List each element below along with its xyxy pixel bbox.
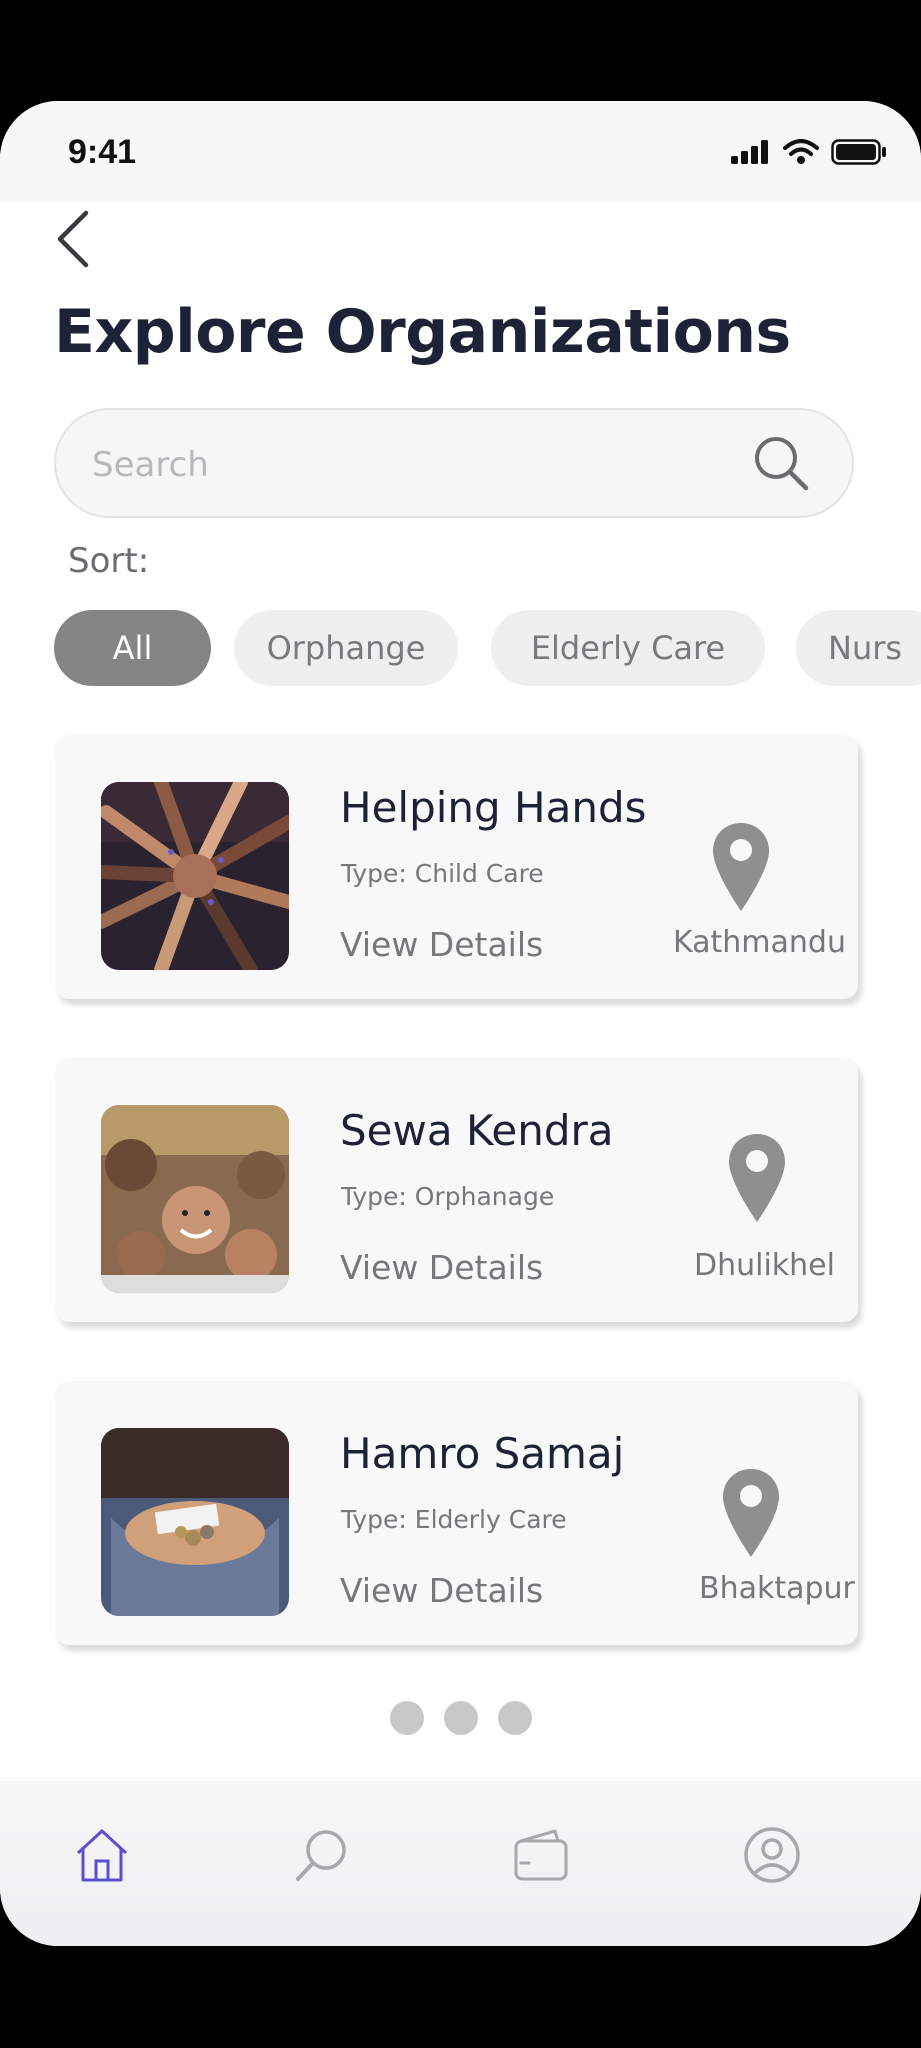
location-pin-icon [713,823,769,911]
view-details-link[interactable]: View Details [340,1248,543,1287]
chip-nursing[interactable]: Nurs [796,610,921,686]
organization-card[interactable]: Sewa Kendra Type: Orphanage View Details… [55,1058,858,1322]
organization-name: Hamro Samaj [340,1429,625,1478]
organization-image [101,782,289,970]
organization-type: Type: Elderly Care [341,1505,567,1534]
status-icons [731,139,887,165]
organization-name: Helping Hands [340,783,647,832]
tab-bar [0,1781,921,1946]
back-arrow-icon[interactable] [54,209,94,269]
sort-chips: All Orphange Elderly Care Nurs [54,610,921,690]
organization-type: Type: Child Care [341,859,544,888]
organization-name: Sewa Kendra [340,1106,614,1155]
search-icon[interactable] [292,1825,352,1885]
page-dot[interactable] [444,1701,478,1735]
sort-label: Sort: [68,541,150,581]
organization-image [101,1428,289,1616]
signal-icon [731,140,768,164]
organization-location: Dhulikhel [694,1248,835,1283]
chip-all[interactable]: All [54,610,211,686]
search-icon[interactable] [752,434,810,492]
organization-location: Kathmandu [673,925,846,960]
location-pin-icon [729,1134,785,1222]
wifi-icon [783,139,819,164]
chip-elderly-care[interactable]: Elderly Care [491,610,765,686]
phone-screen: 9:41 Explore Organizations Search Sort: … [0,101,921,1946]
search-input[interactable] [90,434,714,496]
page-dot[interactable] [498,1701,532,1735]
home-icon[interactable] [72,1825,132,1885]
organization-card[interactable]: Hamro Samaj Type: Elderly Care View Deta… [55,1381,858,1645]
organization-location: Bhaktapur [699,1571,855,1606]
chip-orphanage[interactable]: Orphange [234,610,458,686]
wallet-icon[interactable] [511,1825,571,1885]
status-bar: 9:41 [0,101,921,201]
organization-type: Type: Orphanage [341,1182,555,1211]
battery-icon [831,139,886,165]
page-dot[interactable] [390,1701,424,1735]
view-details-link[interactable]: View Details [340,1571,543,1610]
pagination-dots [390,1701,532,1735]
status-time: 9:41 [68,133,137,171]
search-bar[interactable] [54,408,854,518]
location-pin-icon [723,1469,779,1557]
page-title: Explore Organizations [54,297,791,367]
view-details-link[interactable]: View Details [340,925,543,964]
organization-image [101,1105,289,1293]
profile-icon[interactable] [742,1825,802,1885]
organization-card[interactable]: Helping Hands Type: Child Care View Deta… [55,735,858,999]
